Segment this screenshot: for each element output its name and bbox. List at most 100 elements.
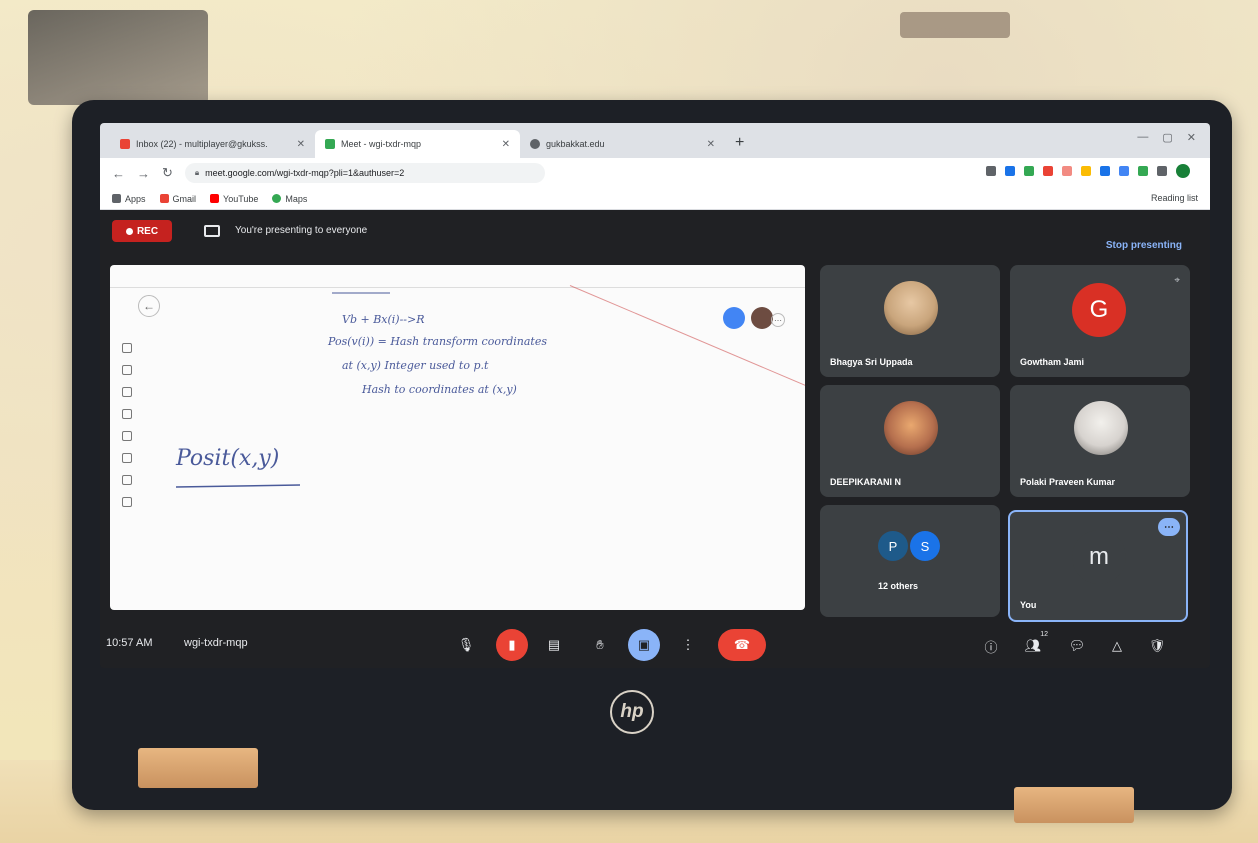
window-controls: — ▢ ✕	[1137, 131, 1196, 144]
activities-icon[interactable]: △	[1106, 635, 1128, 657]
tab-label: Meet - wgi-txdr-mqp	[341, 139, 422, 149]
participant-photo	[884, 401, 938, 455]
present-now-button[interactable]: ▣	[628, 629, 660, 661]
self-view-tile[interactable]: m You ⋯	[1008, 510, 1188, 622]
extension-icon[interactable]	[1024, 166, 1034, 176]
participant-name: You	[1020, 600, 1037, 610]
extension-icon[interactable]	[1119, 166, 1129, 176]
close-icon[interactable]: ✕	[297, 139, 305, 150]
browser-tabbar: Inbox (22) - multiplayer@gkukss. ✕ Meet …	[100, 123, 1210, 158]
extension-icon[interactable]	[1100, 166, 1110, 176]
laptop-screen: Inbox (22) - multiplayer@gkukss. ✕ Meet …	[100, 123, 1210, 668]
people-icon[interactable]: 👥︎ 12	[1022, 631, 1048, 657]
meet-control-bar: 10:57 AM wgi-txdr-mqp 🎙︎ ▮ ▤ ✋︎ ▣ ⋮ ☎︎ ⓘ…	[100, 625, 1210, 668]
people-count-badge: 12	[1040, 631, 1048, 638]
close-window-icon[interactable]: ✕	[1187, 131, 1196, 144]
stop-presenting-button[interactable]: Stop presenting	[1106, 240, 1182, 251]
bookmark-label: Apps	[125, 193, 146, 204]
close-icon[interactable]: ✕	[502, 139, 510, 150]
globe-icon	[530, 139, 540, 149]
minimize-icon[interactable]: —	[1137, 131, 1148, 144]
back-arrow-icon[interactable]: ←	[112, 166, 125, 181]
participant-name: Bhagya Sri Uppada	[830, 357, 913, 367]
meeting-details-icon[interactable]: ⓘ	[980, 635, 1002, 657]
url-text: meet.google.com/wgi-txdr-mqp?pli=1&authu…	[205, 168, 405, 178]
participant-tile[interactable]: G Gowtham Jami ⌖	[1010, 265, 1190, 377]
tab-website[interactable]: gukbakkat.edu ✕	[520, 130, 725, 158]
whiteboard-canvas[interactable]: ← ⋯ Vb + Bx(i)-->R Pos(v(i)) = Hash tran	[110, 265, 805, 610]
participant-name: Gowtham Jami	[1020, 357, 1085, 367]
new-tab-button[interactable]: +	[725, 134, 754, 158]
others-count-label: 12 others	[878, 581, 919, 591]
background-object	[900, 12, 1010, 38]
meet-icon	[325, 139, 335, 149]
recording-badge: REC	[112, 220, 172, 242]
participant-tile-others[interactable]: P S 12 others	[820, 505, 1000, 617]
bookmark-maps[interactable]: Maps	[272, 194, 307, 204]
reload-icon[interactable]: ↻	[162, 165, 173, 181]
pin-icon[interactable]: ⌖	[1174, 275, 1180, 286]
host-controls-icon[interactable]: 🛡︎	[1146, 635, 1168, 657]
captions-button[interactable]: ▤	[538, 629, 570, 661]
participant-avatar: P	[878, 531, 908, 561]
tab-meet[interactable]: Meet - wgi-txdr-mqp ✕	[315, 130, 520, 158]
apps-grid-icon	[112, 194, 121, 203]
browser-toolbar: ← → ↻ 🔒︎ meet.google.com/wgi-txdr-mqp?pl…	[100, 158, 1210, 188]
participant-tile[interactable]: Bhagya Sri Uppada	[820, 265, 1000, 377]
more-options-button[interactable]: ⋮	[672, 629, 704, 661]
gmail-icon	[120, 139, 130, 149]
participant-tile[interactable]: Polaki Praveen Kumar	[1010, 385, 1190, 497]
note-line-4: Hash to coordinates at (x,y)	[361, 383, 517, 396]
extension-icon[interactable]	[1005, 166, 1015, 176]
participant-tile[interactable]: DEEPIKARANI N	[820, 385, 1000, 497]
meeting-time: 10:57 AM	[106, 637, 153, 649]
chat-icon[interactable]: 💬︎	[1066, 635, 1088, 657]
forward-arrow-icon[interactable]: →	[137, 166, 150, 181]
participant-name: Polaki Praveen Kumar	[1020, 477, 1116, 487]
address-bar[interactable]: 🔒︎ meet.google.com/wgi-txdr-mqp?pli=1&au…	[184, 163, 545, 183]
bookmark-youtube[interactable]: YouTube	[210, 194, 258, 204]
participant-avatar: S	[910, 531, 940, 561]
raise-hand-button[interactable]: ✋︎	[584, 629, 616, 661]
maximize-icon[interactable]: ▢	[1162, 131, 1172, 144]
leave-call-button[interactable]: ☎︎	[718, 629, 766, 661]
rec-label: REC	[136, 225, 159, 237]
bookmarks-bar: Apps Gmail YouTube Maps Reading list	[100, 188, 1210, 210]
lock-icon: 🔒︎	[194, 168, 200, 177]
bookmark-gmail[interactable]: Gmail	[159, 194, 196, 204]
tab-gmail[interactable]: Inbox (22) - multiplayer@gkukss. ✕	[110, 130, 315, 158]
record-dot-icon	[125, 227, 133, 235]
bookmark-apps[interactable]: Apps	[112, 194, 146, 204]
participant-name: DEEPIKARANI N	[830, 477, 902, 487]
close-icon[interactable]: ✕	[707, 139, 715, 150]
meeting-code: wgi-txdr-mqp	[184, 637, 248, 649]
camera-off-button[interactable]: ▮	[496, 629, 528, 661]
bookmark-label: YouTube	[223, 193, 259, 204]
youtube-icon	[210, 194, 220, 203]
note-big-word: Posit(x,y)	[175, 446, 279, 471]
reading-list-button[interactable]: Reading list	[1151, 193, 1198, 203]
participant-photo	[884, 281, 938, 335]
participant-photo	[1074, 401, 1128, 455]
extension-icon[interactable]	[1043, 166, 1053, 176]
extension-icon[interactable]	[1157, 166, 1167, 176]
maps-icon	[272, 194, 282, 203]
more-options-icon[interactable]: ⋯	[1158, 518, 1180, 536]
others-avatars: P S	[878, 531, 940, 561]
laptop-hinge	[1014, 787, 1134, 823]
extension-icon[interactable]	[986, 166, 996, 176]
handwritten-notes: Vb + Bx(i)-->R Pos(v(i)) = Hash transfor…	[175, 292, 547, 488]
self-avatar: m	[1072, 530, 1126, 584]
extension-icon[interactable]	[1062, 166, 1072, 176]
extension-icon[interactable]	[1081, 166, 1091, 176]
meet-area: REC You're presenting to everyone Stop p…	[100, 210, 1210, 668]
laptop-hinge	[138, 748, 258, 788]
note-line-1: Vb + Bx(i)-->R	[342, 313, 425, 326]
tab-label: gukbakkat.edu	[546, 139, 605, 149]
microphone-icon[interactable]: 🎙︎	[450, 629, 482, 661]
background-object	[28, 10, 208, 105]
bookmark-label: Maps	[285, 193, 308, 204]
extension-icon[interactable]	[1138, 166, 1148, 176]
profile-icon[interactable]	[1176, 164, 1190, 178]
note-line-2: Pos(v(i)) = Hash transform coordinates	[327, 335, 547, 348]
